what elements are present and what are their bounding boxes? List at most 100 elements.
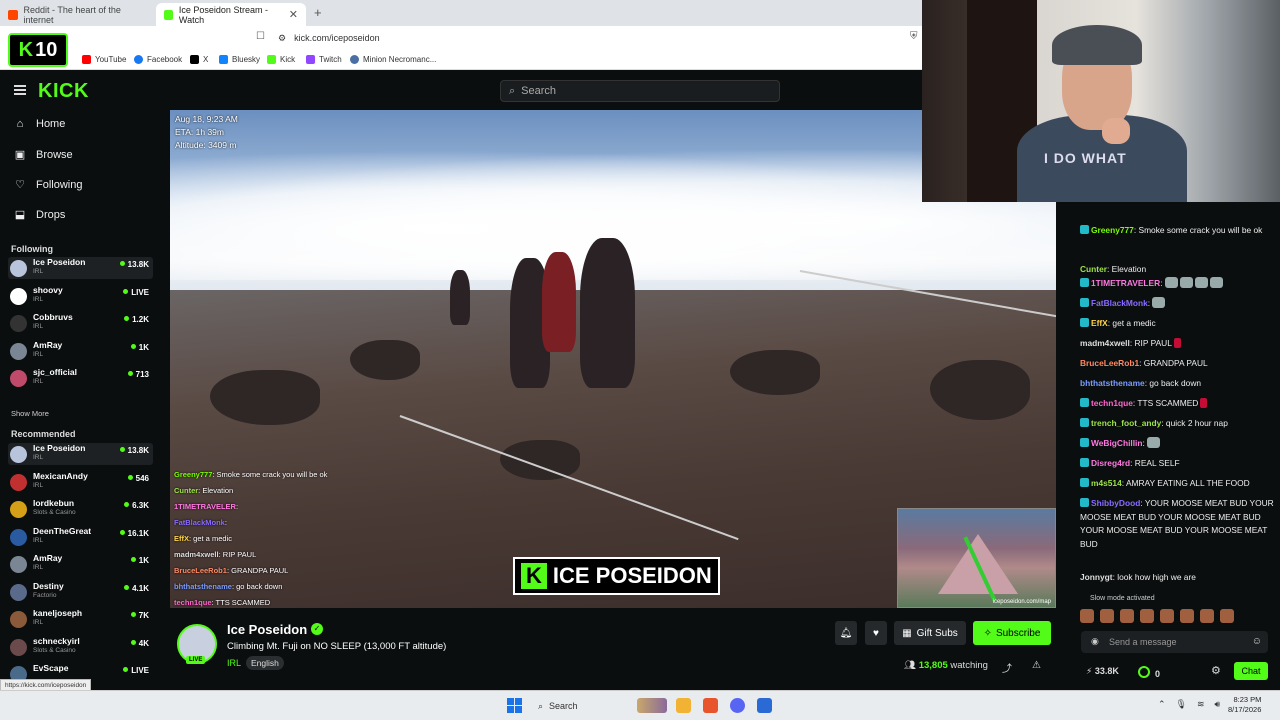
chat-username[interactable]: m4s514	[1091, 478, 1122, 488]
tab-reddit[interactable]: Reddit - The heart of the internet	[0, 3, 155, 26]
chevron-up-icon[interactable]: ⌃	[1158, 699, 1166, 710]
chat-username[interactable]: FatBlackMonk	[1091, 298, 1148, 308]
share-icon[interactable]: ⤴	[1002, 660, 1012, 675]
chat-overlay-line: techn1que: TTS SCAMMED	[174, 595, 327, 608]
channel-item[interactable]: Cobbruvs IRL 1.2K	[8, 312, 153, 334]
kick-logo[interactable]: KICK	[38, 80, 89, 103]
chat-username[interactable]: ShibbyDood	[1091, 498, 1140, 508]
channel-points[interactable]: 0	[1138, 666, 1160, 679]
emoji-icon[interactable]: ☺	[1252, 636, 1262, 647]
chat-username[interactable]: Jonnygt	[1080, 572, 1113, 582]
wifi-icon[interactable]: ≋	[1197, 699, 1205, 710]
volume-icon[interactable]: 🔊︎	[1215, 699, 1221, 710]
bookmark-bluesky[interactable]: Bluesky	[219, 55, 260, 64]
channel-item[interactable]: Ice Poseidon IRL 13.8K	[8, 443, 153, 465]
system-tray[interactable]: ⌃ 🎙︎ ≋ 🔊︎	[1158, 699, 1220, 710]
channel-item[interactable]: AmRay IRL 1K	[8, 553, 153, 575]
language-tag[interactable]: English	[246, 656, 284, 670]
chat-username[interactable]: Disreg4rd	[1091, 458, 1130, 468]
chat-username[interactable]: 1TIMETRAVELER	[1091, 278, 1160, 288]
channel-item[interactable]: sjc_official IRL 713	[8, 367, 153, 389]
chat-username[interactable]: trench_foot_andy	[1091, 418, 1161, 428]
nav-drops[interactable]: ⬓ Drops	[14, 208, 66, 222]
channel-item[interactable]: DeenTheGreat IRL 16.1K	[8, 526, 153, 548]
bookmark-youtube[interactable]: YouTube	[82, 55, 126, 64]
channel-category: IRL	[33, 454, 44, 461]
site-info-icon[interactable]: ⚙	[278, 33, 286, 44]
channel-item[interactable]: schneckyirl Slots & Casino 4K	[8, 636, 153, 658]
chat-badge-icon[interactable]: ◉	[1091, 636, 1099, 647]
chat-colon: :	[1147, 298, 1151, 308]
channel-item[interactable]: shoovy IRL LIVE	[8, 285, 153, 307]
shirt-text: I DO WHAT	[1044, 150, 1127, 166]
chat-message: Disreg4rd: REAL SELF	[1080, 457, 1275, 471]
report-icon[interactable]: ⚠	[1032, 660, 1041, 671]
close-tab-icon[interactable]: ✕	[289, 8, 298, 21]
chat-username[interactable]: bhthatsthename	[1080, 378, 1145, 388]
nav-browse[interactable]: ▣ Browse	[14, 148, 73, 162]
bookmark-x[interactable]: X	[190, 55, 208, 64]
emote-icon[interactable]	[1200, 609, 1214, 623]
emote-icon[interactable]	[1140, 609, 1154, 623]
emote-icon[interactable]	[1160, 609, 1174, 623]
widgets-icon[interactable]	[637, 698, 667, 713]
windows-start-icon[interactable]	[507, 698, 522, 713]
address-bar[interactable]: ⚙ kick.com/iceposeidon	[278, 30, 380, 46]
chat-username[interactable]: EffX	[1091, 318, 1108, 328]
chat-send-button[interactable]: Chat	[1234, 662, 1268, 680]
menu-icon[interactable]	[14, 85, 26, 95]
channel-category: IRL	[33, 564, 44, 571]
brave-icon[interactable]	[703, 698, 718, 713]
channel-item[interactable]: kaneljoseph IRL 7K	[8, 608, 153, 630]
notification-bell-button[interactable]: 🔔︎	[835, 621, 857, 645]
subscribe-button[interactable]: ✧ Subscribe	[973, 621, 1051, 645]
chat-username[interactable]: madm4xwell	[1080, 338, 1130, 348]
chat-input[interactable]: ◉ Send a message ☺	[1081, 631, 1268, 653]
stream-category[interactable]: IRL	[227, 658, 241, 668]
streamer-name[interactable]: Ice Poseidon	[227, 622, 307, 637]
emote-icon[interactable]	[1100, 609, 1114, 623]
chat-username[interactable]: BruceLeeRob1	[1080, 358, 1139, 368]
emote-icon[interactable]	[1220, 609, 1234, 623]
chat-settings-gear-icon[interactable]: ⚙	[1211, 664, 1221, 677]
discord-icon[interactable]	[730, 698, 745, 713]
taskbar-clock[interactable]: 8:23 PM 8/17/2026	[1228, 695, 1261, 715]
channel-item[interactable]: AmRay IRL 1K	[8, 340, 153, 362]
show-more-link[interactable]: Show More	[11, 409, 49, 418]
sub-badge-icon	[1080, 398, 1089, 407]
emote-icon[interactable]	[1120, 609, 1134, 623]
emote-icon	[1209, 277, 1223, 288]
kicks-balance[interactable]: ⚡︎ 33.8K	[1086, 666, 1119, 677]
nav-following[interactable]: ♡ Following	[14, 178, 82, 192]
emote-icon[interactable]	[1080, 609, 1094, 623]
search-input[interactable]: ⌕ Search	[500, 80, 780, 102]
channel-item[interactable]: Ice Poseidon IRL 13.8K	[8, 257, 153, 279]
emote-icon[interactable]	[1180, 609, 1194, 623]
shield-icon[interactable]: ⛨	[910, 31, 918, 42]
stream-logo-text: ICE POSEIDON	[552, 563, 712, 588]
channel-category: Slots & Casino	[33, 646, 76, 654]
chat-username[interactable]: techn1que	[1091, 398, 1133, 408]
chat-username[interactable]: Cunter	[1080, 264, 1107, 274]
bookmark-facebook[interactable]: Facebook	[134, 55, 182, 64]
bookmark-kick[interactable]: Kick	[267, 55, 295, 64]
tab-ice-poseidon[interactable]: Ice Poseidon Stream - Watch ✕	[156, 3, 306, 26]
chat-username[interactable]: Greeny777	[1091, 225, 1134, 235]
gift-subs-button[interactable]: ▦ Gift Subs	[894, 621, 966, 645]
channel-item[interactable]: MexicanAndy IRL 546	[8, 471, 153, 493]
channel-viewers: 546	[128, 474, 149, 483]
mic-icon[interactable]: 🎙︎	[1176, 699, 1187, 710]
app-icon[interactable]	[757, 698, 772, 713]
channel-name: schneckyirl	[33, 635, 80, 646]
chat-username[interactable]: WeBigChillin	[1091, 438, 1143, 448]
follow-heart-button[interactable]: ♥	[865, 621, 887, 645]
file-explorer-icon[interactable]	[676, 698, 691, 713]
bookmark-twitch[interactable]: Twitch	[306, 55, 342, 64]
channel-item[interactable]: lordkebun Slots & Casino 6.3K	[8, 498, 153, 520]
bookmark-minion[interactable]: Minion Necromanc...	[350, 55, 436, 64]
bookmark-icon[interactable]: ☐	[256, 31, 265, 42]
channel-item[interactable]: Destiny Factorio 4.1K	[8, 581, 153, 603]
new-tab-button[interactable]: +	[314, 5, 322, 20]
chat-overlay-colon: :	[235, 502, 239, 511]
nav-home[interactable]: ⌂ Home	[14, 118, 66, 130]
